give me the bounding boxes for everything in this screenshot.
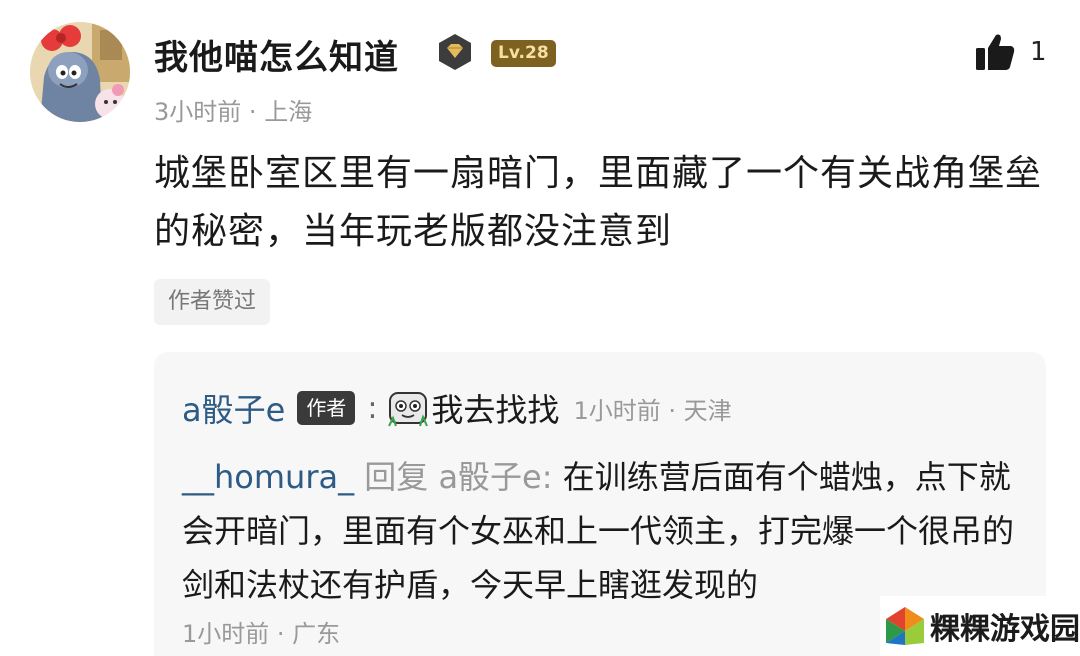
username[interactable]: 我他喵怎么知道: [154, 30, 399, 79]
reply-colon: :: [367, 390, 378, 426]
reply-time: 1小时前 · 广东: [182, 620, 341, 648]
author-tag: 作者: [297, 391, 356, 425]
author-liked-badge: 作者赞过: [154, 279, 271, 325]
reply-username[interactable]: __homura_: [182, 458, 354, 496]
reply-word: 回复: [364, 458, 429, 496]
reply-username[interactable]: a骰子e: [182, 385, 285, 431]
watermark-logo-icon: [886, 607, 924, 645]
avatar[interactable]: [30, 22, 130, 122]
reply-to-username[interactable]: a骰子e:: [438, 458, 552, 496]
reply-item: __homura_ 回复 a骰子e: 在训练营后面有个蜡烛，点下就会开暗门，里面…: [182, 450, 1032, 612]
comment-meta: 3小时前 · 上海: [154, 92, 312, 127]
comment-location: 上海: [264, 98, 313, 126]
avatar-image: [30, 22, 130, 122]
reply-time: 1小时前 · 天津: [573, 396, 732, 425]
reply-item: a骰子e 作者 : 我去找找 1小时前 · 天津: [182, 385, 732, 431]
comment-time: 3小时前: [154, 98, 242, 126]
diamond-badge-icon: [439, 34, 471, 70]
level-badge: Lv.28: [491, 40, 556, 67]
reply-text: 我去找找: [431, 391, 560, 429]
sticker-emoji: [388, 392, 429, 427]
thumbs-up-icon[interactable]: [974, 32, 1016, 72]
like-count: 1: [1030, 37, 1047, 67]
comment-content: 城堡卧室区里有一扇暗门，里面藏了一个有关战角堡垒的秘密，当年玩老版都没注意到: [154, 153, 1043, 252]
watermark-text: 粿粿游戏园: [930, 612, 1080, 647]
meta-separator: ·: [248, 98, 257, 126]
watermark: 粿粿游戏园: [880, 596, 1080, 656]
